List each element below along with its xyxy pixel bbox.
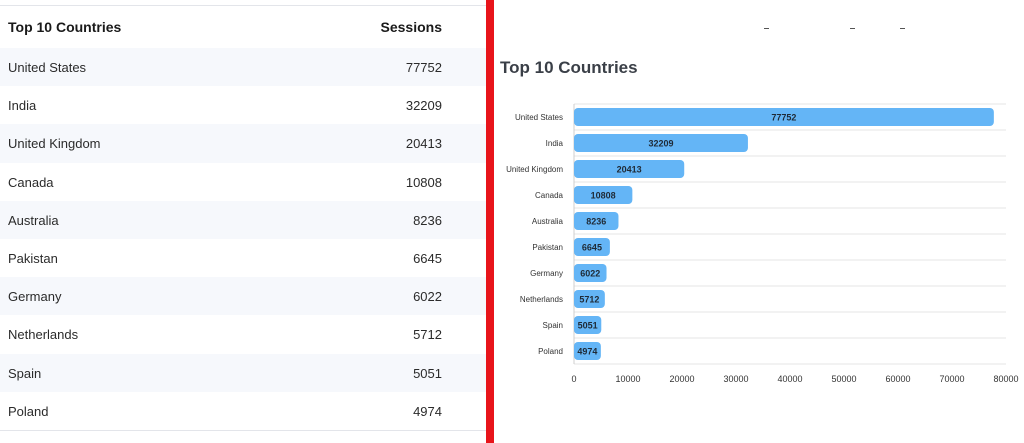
y-tick-label: Poland [538, 347, 563, 356]
y-tick-label: United States [515, 113, 563, 122]
data-label: 77752 [771, 113, 796, 123]
panel-divider [486, 0, 494, 443]
cell-country: Poland [8, 403, 49, 419]
cell-sessions: 77752 [405, 60, 442, 75]
table-row[interactable]: Spain 5051 [0, 353, 486, 392]
y-tick-label: Netherlands [520, 295, 563, 304]
table-row[interactable]: Pakistan 6645 [0, 238, 486, 278]
y-tick-label: Germany [530, 269, 563, 278]
y-tick-label: Canada [535, 191, 564, 200]
x-tick-label: 0 [571, 374, 576, 384]
cell-sessions: 5051 [413, 365, 442, 381]
data-label: 20413 [617, 165, 642, 175]
x-tick-label: 80000 [993, 374, 1018, 384]
column-header-sessions[interactable]: Sessions [381, 19, 442, 35]
table-bottom-rule [0, 430, 486, 431]
table-row[interactable]: Germany 6022 [0, 277, 486, 316]
cell-country: Germany [8, 289, 62, 305]
y-tick-label: Australia [532, 217, 564, 226]
data-label: 5712 [579, 295, 599, 305]
data-label: 10808 [591, 191, 616, 201]
column-header-country[interactable]: Top 10 Countries [8, 19, 121, 35]
cell-country: Pakistan [8, 250, 58, 266]
cell-country: India [8, 98, 37, 114]
data-label: 5051 [578, 321, 598, 331]
table-body: United States 77752 India 32209 United K… [0, 48, 486, 430]
cell-country: Spain [8, 365, 42, 381]
y-tick-label: United Kingdom [506, 165, 563, 174]
table-row[interactable]: Australia 8236 [0, 200, 486, 239]
table-row[interactable]: Canada 10808 [0, 162, 486, 201]
data-label: 4974 [577, 347, 597, 357]
cell-sessions: 10808 [405, 174, 442, 190]
table-row[interactable]: Netherlands 5712 [0, 315, 486, 354]
x-tick-label: 70000 [939, 374, 964, 384]
cell-country: Netherlands [8, 327, 79, 343]
x-tick-label: 60000 [885, 374, 910, 384]
chart-panel: Top 10 Countries United States 77752 India… [494, 0, 1024, 443]
cell-country: United Kingdom [8, 136, 101, 152]
cell-country: Australia [8, 212, 59, 228]
y-tick-label: Pakistan [532, 243, 563, 252]
y-tick-label: India [546, 139, 564, 148]
x-tick-label: 40000 [777, 374, 802, 384]
x-tick-label: 50000 [831, 374, 856, 384]
countries-table-panel: Top 10 Countries Sessions United States … [0, 0, 486, 443]
cell-sessions: 8236 [413, 212, 442, 228]
table-header-row: Top 10 Countries Sessions [0, 6, 486, 48]
x-tick-label: 10000 [615, 374, 640, 384]
data-label: 6022 [580, 269, 600, 279]
cell-sessions: 32209 [405, 98, 442, 114]
cell-sessions: 6645 [413, 250, 442, 266]
cell-sessions: 5712 [413, 327, 442, 343]
bar-chart: United States 77752 India 32209 United Kingd… [506, 103, 1019, 384]
data-label: 8236 [586, 217, 606, 227]
table-row[interactable]: United States 77752 [0, 48, 486, 87]
cell-sessions: 6022 [413, 289, 442, 305]
x-tick-label: 30000 [723, 374, 748, 384]
x-tick-label: 20000 [669, 374, 694, 384]
cell-sessions: 20413 [405, 136, 442, 152]
table-row[interactable]: India 32209 [0, 86, 486, 125]
data-label: 6645 [582, 243, 602, 253]
table-row[interactable]: Poland 4974 [0, 391, 486, 430]
table-row[interactable]: United Kingdom 20413 [0, 124, 486, 163]
y-tick-label: Spain [543, 321, 563, 330]
cell-country: Canada [8, 174, 54, 190]
data-label: 32209 [648, 139, 673, 149]
cell-sessions: 4974 [413, 403, 442, 419]
cell-country: United States [8, 60, 87, 75]
page: Top 10 Countries Sessions United States … [0, 0, 1024, 443]
